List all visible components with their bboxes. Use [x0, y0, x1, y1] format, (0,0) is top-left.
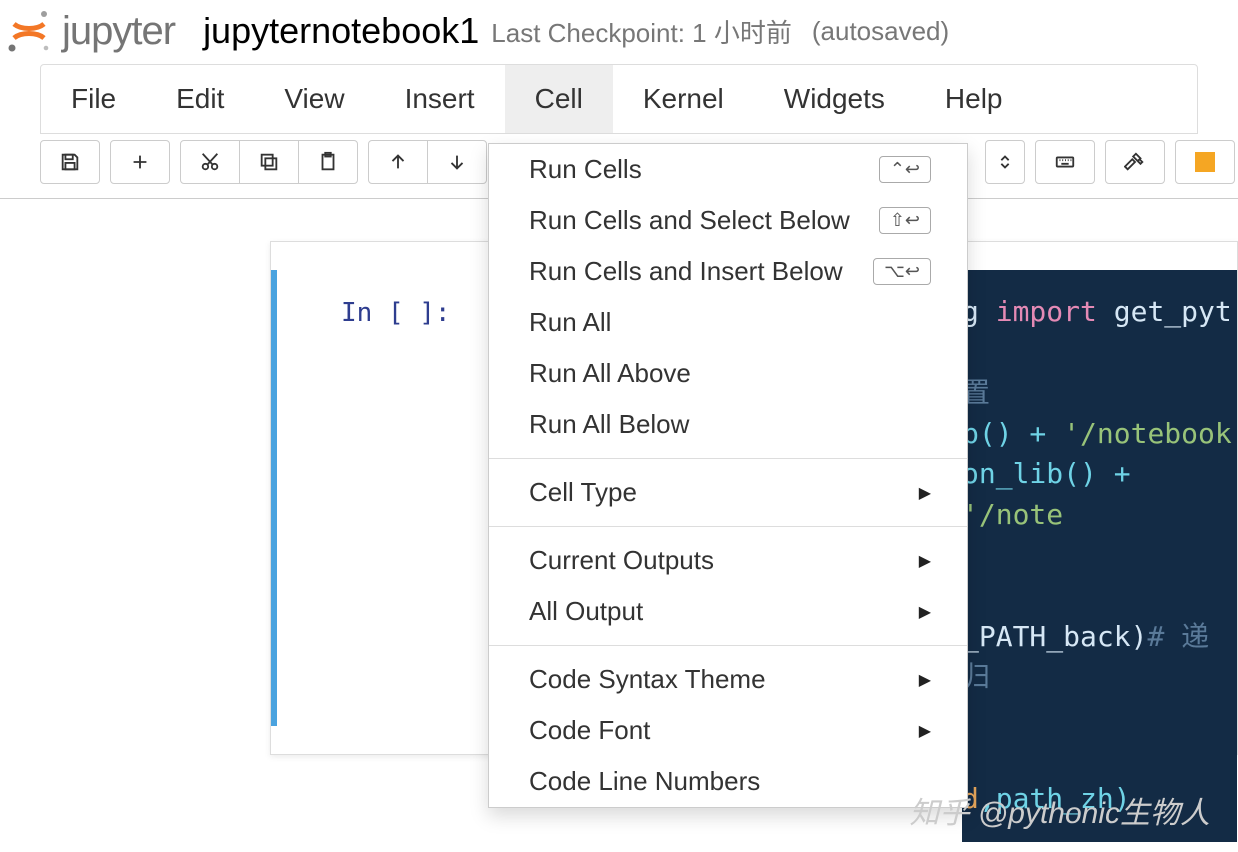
cut-button[interactable]	[180, 140, 240, 184]
menu-item-label: Run Cells and Insert Below	[529, 256, 843, 287]
shortcut-badge: ⌥↩	[873, 258, 931, 285]
menu-edit[interactable]: Edit	[146, 65, 254, 133]
menu-item-label: Run All	[529, 307, 611, 338]
logo-text: jupyter	[62, 9, 175, 54]
cell-prompt: In [ ]:	[341, 298, 451, 726]
menu-file[interactable]: File	[41, 65, 146, 133]
code-frag: import	[996, 295, 1097, 328]
menu-item-label: Run Cells	[529, 154, 642, 185]
watermark: 知乎 @pythonic生物人	[909, 788, 1210, 832]
copy-button[interactable]	[239, 140, 299, 184]
submenu-arrow-icon: ▶	[919, 721, 931, 741]
code-frag: _PATH_back)	[962, 620, 1147, 653]
jupyter-logo-icon	[6, 8, 52, 54]
submenu-arrow-icon: ▶	[919, 602, 931, 622]
menu-item-label: Code Line Numbers	[529, 766, 760, 797]
menu-item-code-syntax-theme[interactable]: Code Syntax Theme ▶	[489, 654, 967, 705]
add-cell-button[interactable]	[110, 140, 170, 184]
move-up-button[interactable]	[368, 140, 428, 184]
menu-help[interactable]: Help	[915, 65, 1033, 133]
menu-view[interactable]: View	[254, 65, 374, 133]
code-frag: '/notebook	[1063, 417, 1232, 450]
menu-item-run-cells-and-insert-below[interactable]: Run Cells and Insert Below ⌥↩	[489, 246, 967, 297]
cell-gutter	[271, 270, 277, 726]
menu-kernel[interactable]: Kernel	[613, 65, 754, 133]
move-down-button[interactable]	[427, 140, 487, 184]
paste-button[interactable]	[298, 140, 358, 184]
menu-item-label: Current Outputs	[529, 545, 714, 576]
header: jupyter jupyternotebook1 Last Checkpoint…	[0, 0, 1238, 58]
menu-item-run-all-above[interactable]: Run All Above	[489, 348, 967, 399]
code-editor[interactable]: g import get_pyt 置 b() + '/notebook on_l…	[962, 270, 1237, 842]
menu-item-all-output[interactable]: All Output ▶	[489, 586, 967, 637]
menu-item-label: Run All Above	[529, 358, 691, 389]
menu-item-label: Run Cells and Select Below	[529, 205, 850, 236]
menu-item-run-cells-and-select-below[interactable]: Run Cells and Select Below ⇧↩	[489, 195, 967, 246]
code-frag: on_lib() +	[962, 457, 1131, 490]
keyboard-button[interactable]	[1035, 140, 1095, 184]
checkpoint-text: Last Checkpoint: 1 小时前	[491, 13, 792, 50]
square-orange-icon	[1195, 152, 1215, 172]
cell-menu-dropdown: Run Cells⌃↩Run Cells and Select Below⇧↩R…	[488, 143, 968, 808]
shortcut-badge: ⌃↩	[879, 156, 931, 183]
menu-separator	[489, 645, 967, 646]
gavel-button[interactable]	[1105, 140, 1165, 184]
menubar: FileEditViewInsertCellKernelWidgetsHelp	[40, 64, 1198, 134]
menu-item-run-all[interactable]: Run All	[489, 297, 967, 348]
code-frag: b() +	[962, 417, 1063, 450]
menu-item-run-cells[interactable]: Run Cells ⌃↩	[489, 144, 967, 195]
menu-item-label: All Output	[529, 596, 643, 627]
submenu-arrow-icon: ▶	[919, 670, 931, 690]
menu-item-label: Run All Below	[529, 409, 689, 440]
submenu-arrow-icon: ▶	[919, 483, 931, 503]
code-frag: get_pyt	[1097, 295, 1232, 328]
code-frag: '/note	[962, 498, 1063, 531]
menu-insert[interactable]: Insert	[375, 65, 505, 133]
menu-widgets[interactable]: Widgets	[754, 65, 915, 133]
menu-item-label: Code Syntax Theme	[529, 664, 766, 695]
menu-item-label: Cell Type	[529, 477, 637, 508]
menu-separator	[489, 526, 967, 527]
menu-item-code-line-numbers[interactable]: Code Line Numbers	[489, 756, 967, 807]
logo: jupyter	[6, 8, 175, 54]
save-button[interactable]	[40, 140, 100, 184]
menu-item-label: Code Font	[529, 715, 650, 746]
menu-separator	[489, 458, 967, 459]
autosaved-text: (autosaved)	[812, 16, 949, 47]
submenu-arrow-icon: ▶	[919, 551, 931, 571]
shortcut-badge: ⇧↩	[879, 207, 931, 234]
menu-item-code-font[interactable]: Code Font ▶	[489, 705, 967, 756]
menu-cell[interactable]: Cell	[505, 65, 613, 133]
menu-item-run-all-below[interactable]: Run All Below	[489, 399, 967, 450]
menu-item-current-outputs[interactable]: Current Outputs ▶	[489, 535, 967, 586]
updown-button[interactable]	[985, 140, 1025, 184]
notebook-name[interactable]: jupyternotebook1	[203, 10, 479, 52]
menu-item-cell-type[interactable]: Cell Type ▶	[489, 467, 967, 518]
square-button[interactable]	[1175, 140, 1235, 184]
